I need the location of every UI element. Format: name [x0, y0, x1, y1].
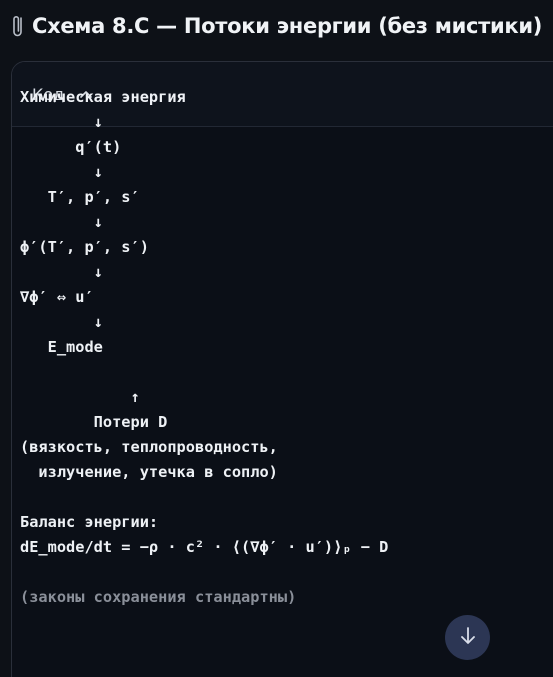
code-line: (законы сохранения стандартны): [20, 588, 297, 606]
scroll-down-button[interactable]: [445, 615, 490, 660]
code-line: Баланс энергии:: [20, 513, 159, 531]
code-line: ↓: [20, 313, 103, 331]
page-title-text: Схема 8.C — Потоки энергии (без мистики): [32, 14, 543, 38]
code-line: излучение, утечка в сопло): [20, 463, 278, 481]
code-line: dE_mode/dt = −ρ · c² · ⟨(∇ϕ′ · u′)⟩ₚ − D: [20, 538, 389, 556]
code-line: ↓: [20, 213, 103, 231]
code-line: ∇ϕ′ ⇔ u′: [20, 288, 94, 306]
code-content: Химическая энергия ↓ q′(t) ↓ T′, p′, s′ …: [20, 85, 388, 610]
code-line: Потери D: [20, 413, 168, 431]
code-line: ↑: [20, 388, 140, 406]
arrow-down-icon: [457, 625, 479, 651]
code-line: ↓: [20, 163, 103, 181]
code-line: ↓: [20, 263, 103, 281]
code-line: (вязкость, теплопроводность,: [20, 438, 278, 456]
code-line: Химическая энергия: [20, 88, 186, 106]
code-line: E_mode: [20, 338, 103, 356]
paperclip-icon: [10, 13, 28, 39]
code-line: ↓: [20, 113, 103, 131]
page-title: Схема 8.C — Потоки энергии (без мистики): [10, 8, 542, 44]
code-line: ϕ′(T′, p′, s′): [20, 238, 149, 256]
code-line: T′, p′, s′: [20, 188, 140, 206]
code-line: q′(t): [20, 138, 122, 156]
